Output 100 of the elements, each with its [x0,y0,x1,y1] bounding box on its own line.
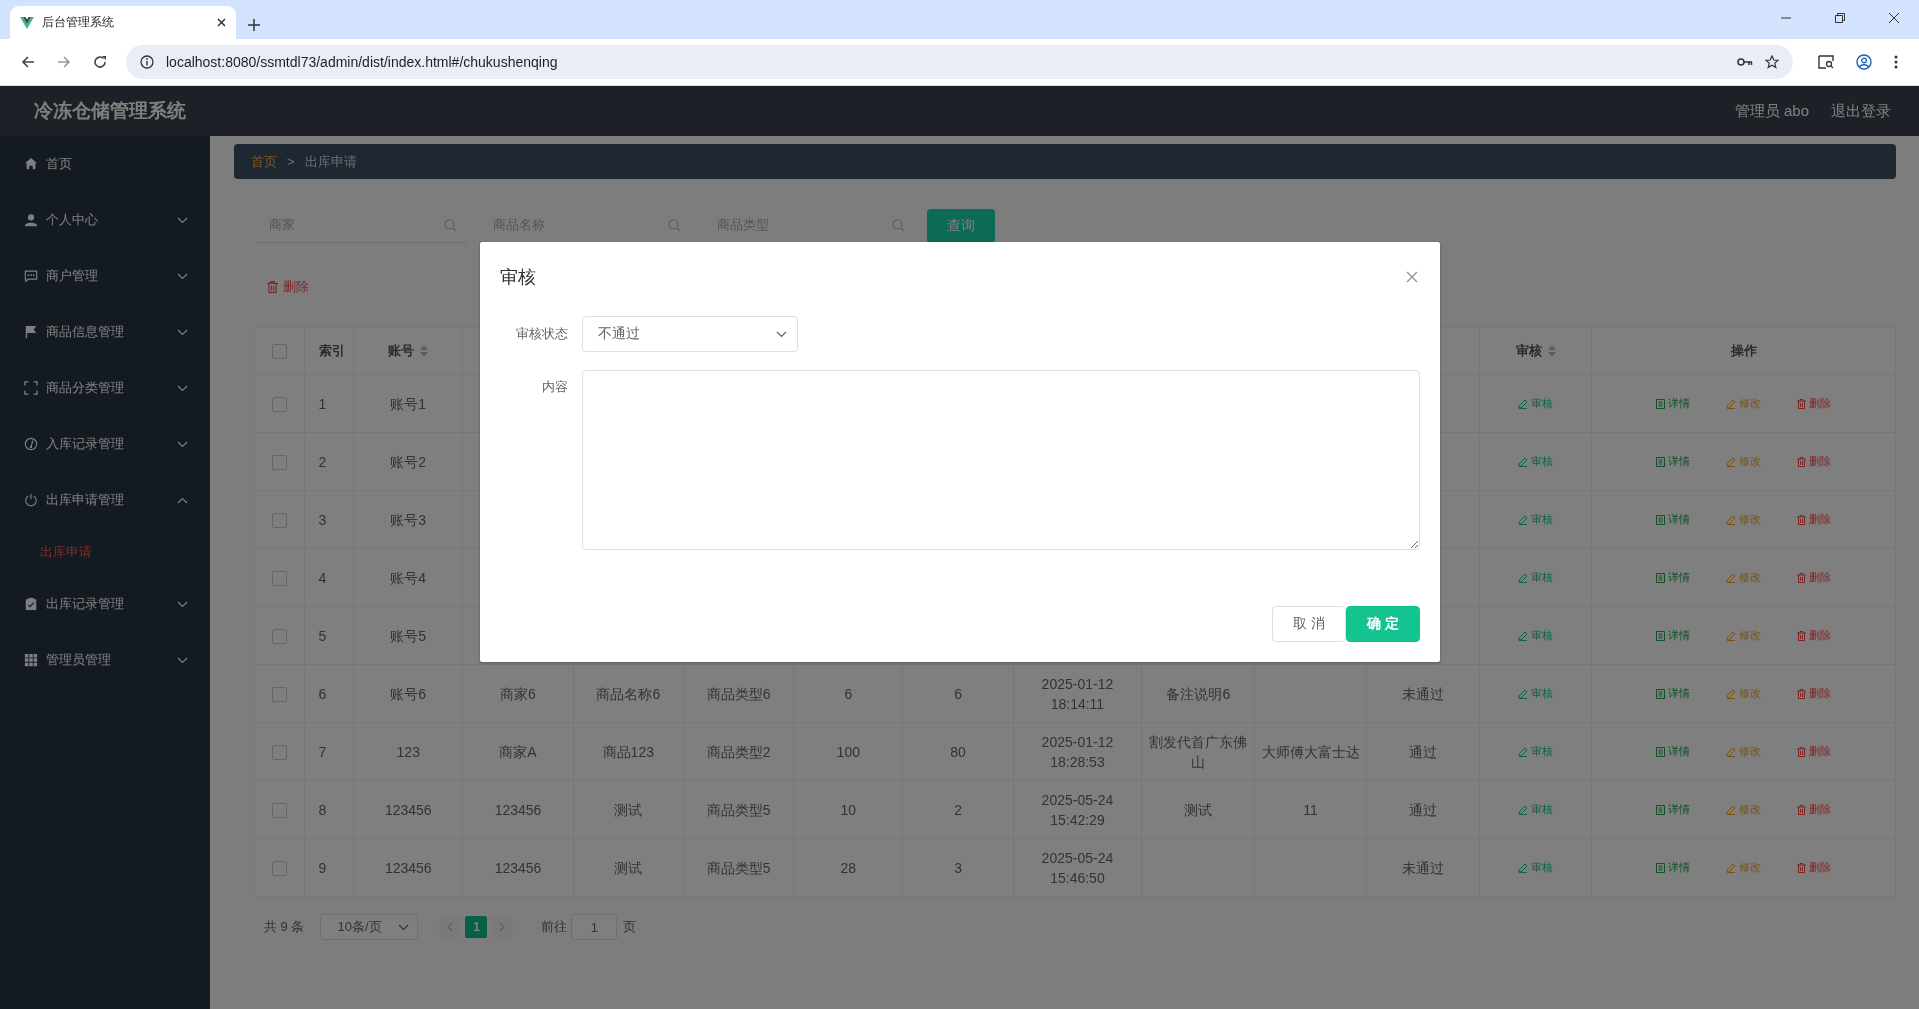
edit-button[interactable]: 修改 [1726,570,1762,585]
table-cell: 8 [304,780,354,839]
detail-button[interactable]: 详情 [1656,570,1691,585]
logout-link[interactable]: 退出登录 [1831,101,1891,121]
checkbox[interactable] [271,629,287,645]
pencil-icon [1726,688,1737,699]
pencil-icon [1518,630,1529,641]
review-button[interactable]: 审核 [1518,860,1554,875]
sidebar-item[interactable]: 管理员管理 [0,632,210,688]
review-button[interactable]: 审核 [1518,628,1554,643]
user-icon [24,213,38,227]
table-cell: 测试 [573,838,684,897]
query-button[interactable]: 查询 [927,209,995,243]
sidebar-item[interactable]: 入库记录管理 [0,416,210,472]
edit-button[interactable]: 修改 [1726,396,1762,411]
edit-button[interactable]: 修改 [1726,512,1762,527]
checkbox[interactable] [271,571,287,587]
breadcrumb-item[interactable]: 出库申请 [304,152,357,171]
page-size-select[interactable]: 10条/页 [320,914,419,940]
forward-icon[interactable] [57,55,71,69]
sidebar-item[interactable]: 个人中心 [0,192,210,248]
edit-button[interactable]: 修改 [1726,686,1762,701]
sort-icon[interactable] [420,345,429,357]
detail-button[interactable]: 详情 [1656,860,1691,875]
sidebar-item[interactable]: 出库申请管理 [0,472,210,528]
edit-button[interactable]: 修改 [1726,860,1762,875]
content-field[interactable] [582,370,1420,550]
back-icon[interactable] [21,55,35,69]
info-icon[interactable] [140,55,154,69]
page-button[interactable]: 1 [465,916,488,938]
delete-button[interactable]: 删除 [1797,802,1832,817]
detail-button[interactable]: 详情 [1656,454,1691,469]
sidebar-item[interactable]: 商户管理 [0,248,210,304]
checkbox[interactable] [271,745,287,761]
checkbox[interactable] [271,455,287,471]
key-icon[interactable] [1737,57,1753,67]
review-button[interactable]: 审核 [1518,570,1554,585]
delete-button[interactable]: 删除 [1797,396,1832,411]
delete-button[interactable]: 删除 [1797,454,1832,469]
detail-button[interactable]: 详情 [1656,802,1691,817]
delete-button[interactable]: 删除 [1797,686,1832,701]
submenu-item[interactable]: 出库申请 [0,528,210,576]
detail-button[interactable]: 详情 [1656,396,1691,411]
delete-button[interactable]: 删除 [1797,860,1832,875]
tab-search-icon[interactable] [1818,55,1834,69]
detail-button[interactable]: 详情 [1656,512,1691,527]
document-icon [1656,572,1666,583]
checkbox[interactable] [271,513,287,529]
star-icon[interactable] [1765,55,1779,69]
review-button[interactable]: 审核 [1518,802,1554,817]
reload-icon[interactable] [93,55,107,69]
review-button[interactable]: 审核 [1518,686,1554,701]
plus-icon[interactable] [248,19,260,31]
pencil-icon [1518,862,1529,873]
goto-label: 前往 [541,918,568,936]
review-button[interactable]: 审核 [1518,744,1554,759]
sidebar-item[interactable]: 商品信息管理 [0,304,210,360]
table-cell: 9 [304,838,354,897]
cancel-button[interactable]: 取 消 [1272,606,1347,642]
gauge-icon [24,437,38,451]
detail-button[interactable]: 详情 [1656,744,1691,759]
review-button[interactable]: 审核 [1518,396,1554,411]
checkbox[interactable] [271,344,287,360]
close-icon[interactable] [217,18,226,27]
delete-button[interactable]: 删除 [1797,628,1832,643]
edit-button[interactable]: 修改 [1726,628,1762,643]
detail-button[interactable]: 详情 [1656,628,1691,643]
delete-button[interactable]: 删除 [1797,512,1832,527]
sort-icon[interactable] [1547,345,1556,357]
checkbox[interactable] [271,397,287,413]
table-cell: 100 [793,722,903,781]
delete-button[interactable]: 删除 [1797,570,1832,585]
restore-icon[interactable] [1835,13,1845,23]
edit-button[interactable]: 修改 [1726,454,1762,469]
table-cell: 账号5 [353,606,463,665]
checkbox[interactable] [271,861,287,877]
detail-button[interactable]: 详情 [1656,686,1691,701]
status-select[interactable]: 不通过 [582,316,798,352]
confirm-button[interactable]: 确 定 [1346,606,1420,642]
table-cell: 80 [902,722,1014,781]
address-bar[interactable]: localhost:8080/ssmtdl73/admin/dist/index.html#/chukushenqing [126,45,1793,79]
trash-icon [1797,688,1807,699]
checkbox[interactable] [271,687,287,703]
page-input[interactable]: 1 [571,914,618,940]
delete-button[interactable]: 删除 [267,278,309,296]
close-icon[interactable] [1889,13,1899,23]
delete-button[interactable]: 删除 [1797,744,1832,759]
sidebar-item[interactable]: 出库记录管理 [0,576,210,632]
sidebar-item[interactable]: 首页 [0,136,210,192]
menu-icon[interactable] [1894,55,1898,69]
checkbox[interactable] [271,803,287,819]
pencil-icon [1726,804,1737,815]
profile-icon[interactable] [1856,54,1872,70]
browser-tab[interactable]: 后台管理系统 [10,6,236,39]
review-button[interactable]: 审核 [1518,512,1554,527]
sidebar-item[interactable]: 商品分类管理 [0,360,210,416]
review-button[interactable]: 审核 [1518,454,1554,469]
edit-button[interactable]: 修改 [1726,802,1762,817]
breadcrumb-item[interactable]: 首页 [251,152,277,171]
edit-button[interactable]: 修改 [1726,744,1762,759]
